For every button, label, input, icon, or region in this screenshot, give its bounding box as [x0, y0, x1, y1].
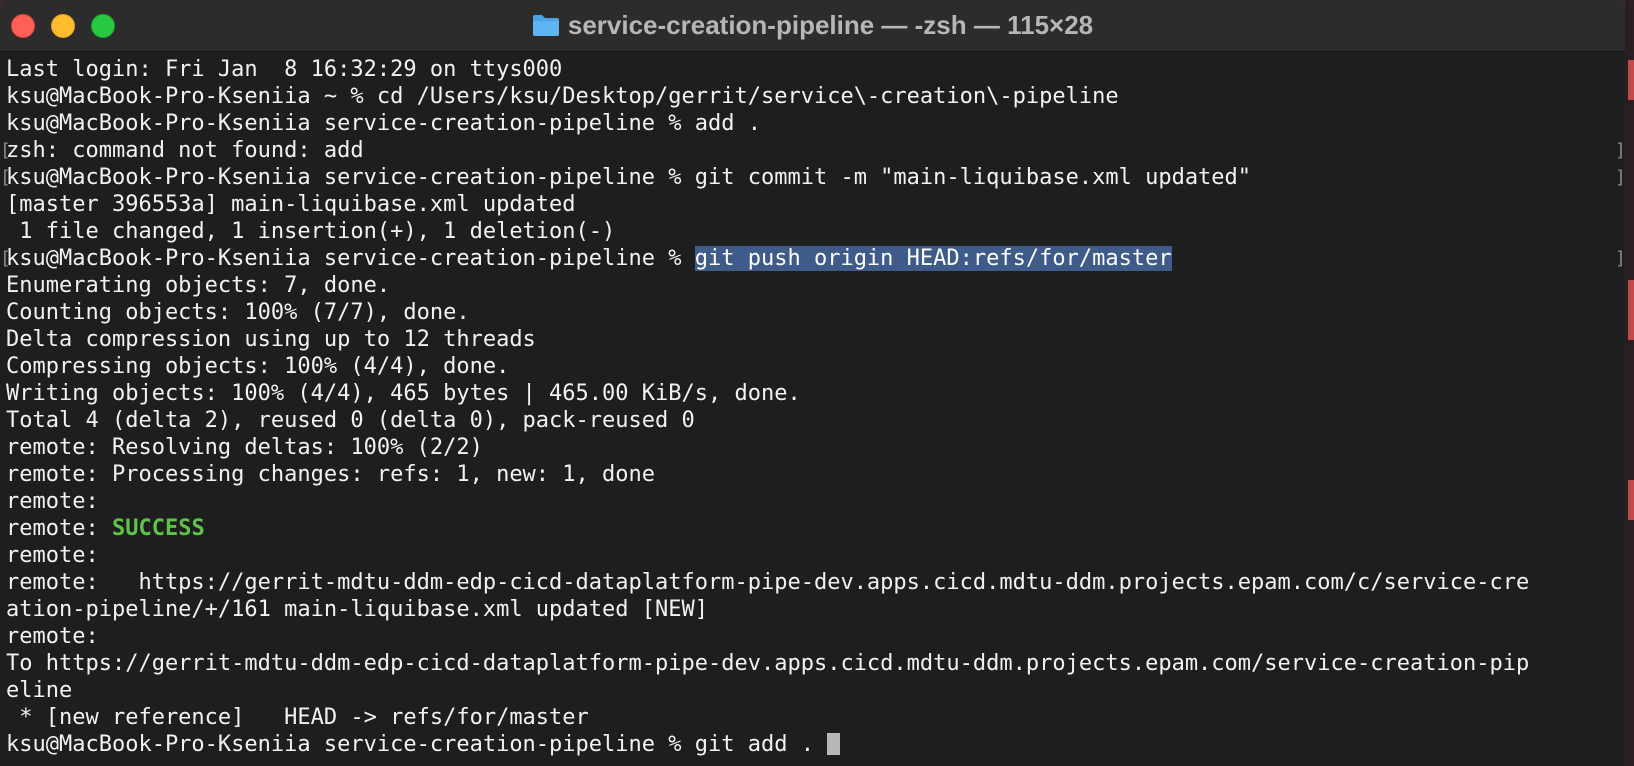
terminal-line: [ksu@MacBook-Pro-Kseniia service-creatio… [0, 165, 1625, 190]
terminal-line: ksu@MacBook-Pro-Kseniia ~ % cd /Users/ks… [6, 84, 1119, 109]
terminal-line: * [new reference] HEAD -> refs/for/maste… [6, 705, 589, 730]
edge-mark [1628, 60, 1634, 100]
terminal-line: To https://gerrit-mdtu-ddm-edp-cicd-data… [6, 651, 1530, 676]
mark-bracket-right: ] [1615, 167, 1625, 188]
window-title: service-creation-pipeline — -zsh — 115×2… [567, 9, 1094, 40]
text-cursor [827, 733, 841, 755]
mark-bracket-left: [ [0, 167, 11, 188]
terminal-prompt-line[interactable]: ksu@MacBook-Pro-Kseniia service-creation… [0, 731, 1625, 758]
mark-bracket-left: [ [0, 248, 11, 269]
terminal-line: remote: [6, 489, 99, 514]
title-bar[interactable]: service-creation-pipeline — -zsh — 115×2… [0, 0, 1625, 52]
edge-mark [1628, 280, 1634, 340]
terminal-line: remote: https://gerrit-mdtu-ddm-edp-cicd… [6, 570, 1530, 595]
selected-command[interactable]: git push origin HEAD:refs/for/master [694, 246, 1172, 271]
terminal-line: remote: Resolving deltas: 100% (2/2) [6, 435, 483, 460]
terminal-line: ation-pipeline/+/161 main-liquibase.xml … [6, 597, 708, 622]
terminal-line: eline [6, 678, 73, 703]
terminal-line: Compressing objects: 100% (4/4), done. [6, 354, 510, 379]
window-title-group: service-creation-pipeline — -zsh — 115×2… [0, 10, 1625, 40]
terminal-line: [zsh: command not found: add] [0, 138, 1625, 163]
terminal-line: Last login: Fri Jan 8 16:32:29 on ttys00… [6, 57, 563, 82]
background-window-edge [1625, 0, 1634, 766]
terminal-line: 1 file changed, 1 insertion(+), 1 deleti… [6, 219, 616, 244]
terminal-line: remote: SUCCESS [6, 516, 205, 541]
terminal-window: service-creation-pipeline — -zsh — 115×2… [0, 0, 1625, 766]
terminal-output[interactable]: Last login: Fri Jan 8 16:32:29 on ttys00… [0, 56, 1625, 766]
terminal-line: Delta compression using up to 12 threads [6, 327, 536, 352]
terminal-line: ksu@MacBook-Pro-Kseniia service-creation… [6, 111, 761, 136]
terminal-line: Enumerating objects: 7, done. [6, 273, 391, 298]
edge-mark [1628, 480, 1634, 520]
folder-icon [532, 13, 560, 37]
terminal-line: [master 396553a] main-liquibase.xml upda… [6, 192, 576, 217]
terminal-line: remote: Processing changes: refs: 1, new… [6, 462, 656, 487]
mark-bracket-right: ] [1615, 248, 1625, 269]
terminal-line: Total 4 (delta 2), reused 0 (delta 0), p… [6, 408, 695, 433]
terminal-line: Writing objects: 100% (4/4), 465 bytes |… [6, 381, 801, 406]
terminal-line: [ksu@MacBook-Pro-Kseniia service-creatio… [0, 246, 1625, 271]
terminal-line: remote: [6, 624, 99, 649]
success-text: SUCCESS [111, 516, 205, 541]
mark-bracket-left: [ [0, 140, 11, 161]
mark-bracket-right: ] [1615, 140, 1625, 161]
terminal-line: Counting objects: 100% (7/7), done. [6, 300, 470, 325]
terminal-line: remote: [6, 543, 99, 568]
